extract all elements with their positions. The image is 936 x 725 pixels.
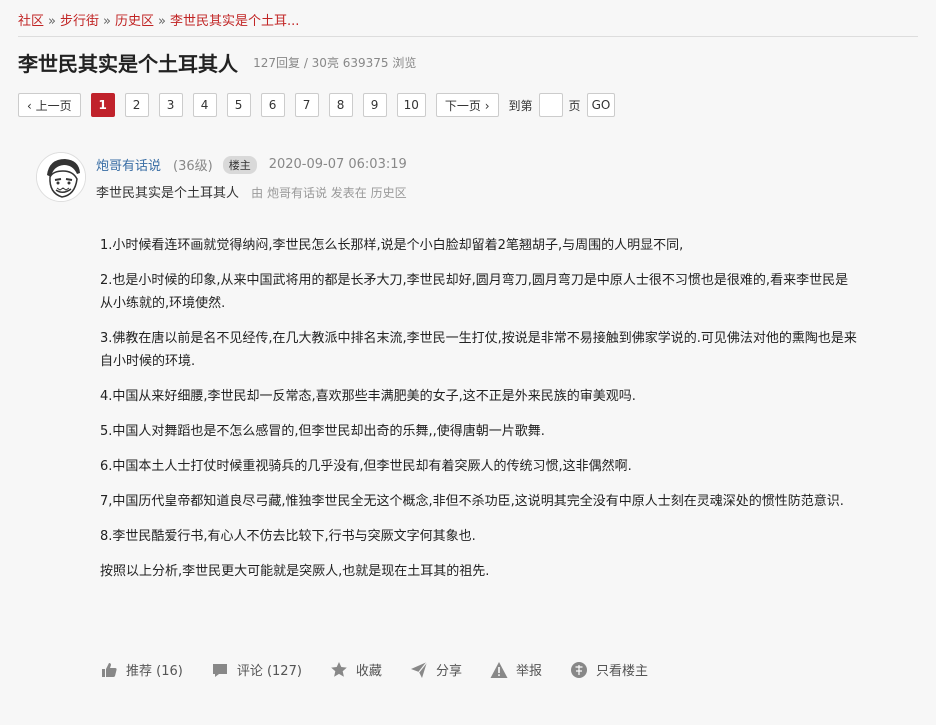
report-button[interactable]: 举报 <box>490 660 542 679</box>
page-button-3[interactable]: 3 <box>158 93 183 117</box>
content-paragraph: 1.小时候看连环画就觉得纳闷,李世民怎么长那样,说是个小白脸却留着2笔翘胡子,与… <box>100 238 684 253</box>
share-button[interactable]: 分享 <box>410 660 462 679</box>
page-button-8[interactable]: 8 <box>328 93 353 117</box>
page-button-4[interactable]: 4 <box>192 93 217 117</box>
owner-only-button[interactable]: 只看楼主 <box>570 660 648 679</box>
owner-badge: 楼主 <box>222 155 257 174</box>
post-meta: 由 炮哥有话说 发表在 历史区 <box>251 186 407 200</box>
breadcrumb-separator: » <box>157 14 166 29</box>
recommend-label: 推荐 (16) <box>126 664 183 679</box>
prev-page-button[interactable]: ‹ 上一页 <box>18 93 81 117</box>
content-paragraph: 8.李世民酷爱行书,有心人不仿去比较下,行书与突厥文字何其象也. <box>100 529 476 544</box>
breadcrumb-separator: » <box>103 14 111 29</box>
author-level: (36级) <box>173 159 213 174</box>
report-label: 举报 <box>515 664 542 679</box>
avatar-face-icon <box>37 153 85 201</box>
favorite-label: 收藏 <box>355 664 382 679</box>
go-button[interactable]: GO <box>586 93 616 117</box>
warning-icon <box>490 661 508 678</box>
jump-suffix-label: 页 <box>568 98 581 113</box>
recommend-button[interactable]: 推荐 (16) <box>100 660 183 679</box>
owner-only-label: 只看楼主 <box>595 664 648 679</box>
page-button-2[interactable]: 2 <box>124 93 149 117</box>
breadcrumb-separator: » <box>48 14 56 29</box>
content-paragraph: 6.中国本土人士打仗时候重视骑兵的几乎没有,但李世民却有着突厥人的传统习惯,这非… <box>100 459 632 474</box>
share-icon <box>410 661 428 678</box>
post-time: 2020-09-07 06:03:19 <box>268 157 407 172</box>
content-paragraph: 2.也是小时候的印象,从来中国武将用的都是长矛大刀,李世民却好,圆月弯刀,圆月弯… <box>100 273 849 311</box>
page-button-1[interactable]: 1 <box>90 93 115 117</box>
owner-circle-icon <box>570 661 587 678</box>
page-button-5[interactable]: 5 <box>226 93 251 117</box>
jump-prefix-label: 到第 <box>508 98 533 113</box>
post-content: 1.小时候看连环画就觉得纳闷,李世民怎么长那样,说是个小白脸却留着2笔翘胡子,与… <box>100 234 860 595</box>
pagination: ‹ 上一页 1 2 3 4 5 6 7 8 9 10 下一页 › 到第 页 GO <box>18 93 616 117</box>
page-button-6[interactable]: 6 <box>260 93 285 117</box>
post-actions: 推荐 (16) 评论 (127) 收藏 分享 举报 只看楼主 <box>100 660 676 679</box>
breadcrumb: 社区» 步行街» 历史区» 李世民其实是个土耳... <box>18 10 299 29</box>
next-page-button[interactable]: 下一页 › <box>435 93 499 117</box>
page-button-10[interactable]: 10 <box>396 93 426 117</box>
post-subtitle-line: 李世民其实是个土耳其人 由 炮哥有话说 发表在 历史区 <box>96 182 407 201</box>
breadcrumb-current[interactable]: 李世民其实是个土耳... <box>170 14 299 29</box>
author-line: 炮哥有话说 (36级) 楼主 2020-09-07 06:03:19 <box>96 155 407 174</box>
thumbs-up-icon <box>102 662 117 677</box>
favorite-button[interactable]: 收藏 <box>330 660 382 679</box>
author-name[interactable]: 炮哥有话说 <box>96 155 161 174</box>
title-row: 李世民其实是个土耳其人 127回复 / 30亮 639375 浏览 <box>18 48 416 77</box>
avatar[interactable] <box>36 152 86 202</box>
content-paragraph: 5.中国人对舞蹈也是不怎么感冒的,但李世民却出奇的乐舞,,使得唐朝一片歌舞. <box>100 424 545 439</box>
comment-label: 评论 (127) <box>236 664 302 679</box>
post-subtitle: 李世民其实是个土耳其人 <box>96 186 240 201</box>
comment-icon <box>212 663 227 677</box>
content-paragraph: 7,中国历代皇帝都知道良尽弓藏,惟独李世民全无这个概念,非但不杀功臣,这说明其完… <box>100 494 844 509</box>
breadcrumb-pedestrian-street[interactable]: 步行街 <box>60 14 99 29</box>
breadcrumb-community[interactable]: 社区 <box>18 14 44 29</box>
star-icon <box>331 661 347 677</box>
page-jump-input[interactable] <box>538 93 563 117</box>
share-label: 分享 <box>435 664 462 679</box>
page-button-9[interactable]: 9 <box>362 93 387 117</box>
page-button-7[interactable]: 7 <box>294 93 319 117</box>
breadcrumb-history[interactable]: 历史区 <box>115 14 154 29</box>
post-stats: 127回复 / 30亮 639375 浏览 <box>253 56 417 70</box>
header-divider <box>18 36 918 37</box>
comment-button[interactable]: 评论 (127) <box>211 660 302 679</box>
content-paragraph: 4.中国从来好细腰,李世民却一反常态,喜欢那些丰满肥美的女子,这不正是外来民族的… <box>100 389 636 404</box>
content-paragraph: 按照以上分析,李世民更大可能就是突厥人,也就是现在土耳其的祖先. <box>100 564 490 579</box>
content-paragraph: 3.佛教在唐以前是名不见经传,在几大教派中排名末流,李世民一生打仗,按说是非常不… <box>100 331 857 369</box>
page-title: 李世民其实是个土耳其人 <box>18 52 238 76</box>
